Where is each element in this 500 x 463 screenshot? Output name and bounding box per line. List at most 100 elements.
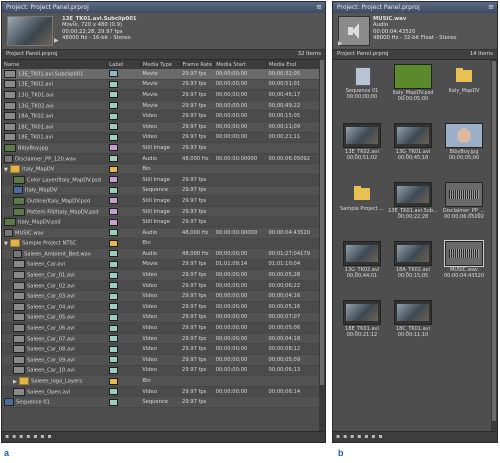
table-row[interactable]: Color Layer/Italy_MapDV.psd Still Image 29… [2,174,325,186]
name-cell[interactable]: 18C_TK01.avi [2,121,107,133]
label-color-swatch[interactable] [108,186,118,194]
table-row[interactable]: Saleen_Car_03.avi Video 29.97 fps 00;00;00;… [2,290,325,303]
label-color-swatch[interactable] [108,324,118,332]
scrollbar-thumb[interactable] [492,61,496,421]
item-thumbnail[interactable] [394,300,432,325]
label-cell[interactable] [106,100,141,112]
table-row[interactable]: 18A_TK02.avi Video 29.97 fps 00;00;00;00 00;… [2,110,325,122]
label-cell[interactable] [106,227,141,239]
item-thumbnail[interactable] [343,123,381,148]
column-header-label[interactable]: Label [106,60,141,69]
name-cell[interactable]: ▼ Sample Project NTSC [2,238,107,250]
label-cell[interactable] [106,153,141,165]
name-cell[interactable]: Saleen_Car_10.avi [2,365,107,377]
table-row[interactable]: Italy_MapDV.psd Still Image 29.97 fps [2,216,325,228]
label-color-swatch[interactable] [108,303,118,311]
label-cell[interactable] [106,121,141,133]
item-thumbnail[interactable] [394,123,432,148]
delete-icon[interactable]: ▪ [47,433,54,440]
label-color-swatch[interactable] [108,176,118,184]
name-cell[interactable]: Saleen_Open.avi [2,386,107,398]
bin-icon[interactable] [344,182,380,205]
table-row[interactable]: Saleen_Car_06.avi Video 29.97 fps 00;00;00;… [2,322,325,334]
label-cell[interactable] [106,142,141,154]
label-cell[interactable] [106,375,141,387]
item-thumbnail[interactable] [445,123,483,148]
name-cell[interactable]: 18E_TK01.avi [2,132,107,144]
label-color-swatch[interactable] [108,197,118,205]
label-color-swatch[interactable] [108,123,118,131]
vertical-scrollbar[interactable] [491,60,497,431]
column-header-frame-rate[interactable]: Frame Rate [180,60,215,69]
table-row[interactable]: Saleen_Ambient_Bed.wav Audio 48,000 Hz 00;0… [2,248,325,260]
label-cell[interactable] [106,290,141,303]
table-row[interactable]: Saleen_Car_09.avi Video 29.97 fps 00;00;00;… [2,354,325,366]
name-cell[interactable]: Saleen_Car_08.avi [2,343,107,356]
table-row[interactable]: 13E_TK02.avi Movie 29.97 fps 00;00;00;00 00;… [2,79,325,91]
table-row[interactable]: Pattern Fill/Italy_MapDV.psd Still Image 2… [2,206,325,218]
table-row[interactable]: Saleen_Car_01.avi Video 29.97 fps 00;00;00;… [2,269,325,281]
table-row[interactable]: Outline/Italy_MapDV.psd Still Image 29.97 … [2,195,325,207]
label-color-swatch[interactable] [108,292,118,300]
label-cell[interactable] [106,386,141,398]
play-icon[interactable]: ▶ [338,40,343,47]
label-color-swatch[interactable] [108,388,118,396]
label-cell[interactable] [106,396,141,408]
label-color-swatch[interactable] [108,208,118,216]
table-row[interactable]: BibyBoy.jpg Still Image 29.97 fps [2,142,325,154]
table-row[interactable]: Saleen_Car_04.avi Video 29.97 fps 00;00;00;… [2,301,325,313]
name-cell[interactable]: Saleen_Car_03.avi [2,290,107,303]
label-cell[interactable] [106,333,141,345]
label-cell[interactable] [106,269,141,281]
label-color-swatch[interactable] [108,70,118,78]
label-cell[interactable] [106,259,141,271]
label-cell[interactable] [106,365,141,377]
name-cell[interactable]: Saleen_Ambient_Bed.wav [2,248,107,260]
table-row[interactable]: 13G_TK02.avi Movie 29.97 fps 00;00;00;00 00;… [2,100,325,112]
icon-view-item[interactable]: Sample Project ... [337,182,387,222]
name-cell[interactable]: Sequence 01 [2,396,107,408]
name-cell[interactable]: Saleen_Car_01.avi [2,269,107,281]
item-thumbnail[interactable] [394,241,432,266]
label-cell[interactable] [106,195,141,207]
label-color-swatch[interactable] [108,335,118,343]
label-cell[interactable] [106,312,141,324]
table-row[interactable]: MUSIC.wav Audio 48,000 Hz 00:00:00:00000 00:… [2,227,325,239]
table-row[interactable]: Saleen_Car.avi Movie 29.97 fps 01;01;09;14 0… [2,259,325,271]
label-cell[interactable] [106,248,141,260]
icon-view-item[interactable]: 18E_TK01.avi 00;00;21;12 [337,300,387,340]
label-color-swatch[interactable] [108,239,118,247]
label-cell[interactable] [106,185,141,197]
table-row[interactable]: Italy_MapDV Sequence 29.97 fps [2,185,325,197]
column-header-name[interactable]: Name [2,60,108,69]
label-cell[interactable] [106,301,141,313]
label-color-swatch[interactable] [108,155,118,163]
table-row[interactable]: ▼ Sample Project NTSC Bin [2,238,325,250]
scrollbar-thumb[interactable] [320,60,324,385]
column-header-media-start[interactable]: Media Start [213,60,267,69]
name-cell[interactable]: Saleen_Car_05.avi [2,312,107,324]
label-cell[interactable] [106,174,141,186]
icon-view-item[interactable]: Sequence 01 00;00;00;00 [337,64,387,104]
delete-icon[interactable]: ▪ [378,433,385,440]
label-cell[interactable] [106,89,141,101]
label-color-swatch[interactable] [108,345,118,353]
label-color-swatch[interactable] [108,144,118,152]
icon-view-item[interactable]: MUSIC.wav 00:00:04:43520 [439,240,489,281]
name-cell[interactable]: Saleen_Car.avi [2,259,107,271]
label-color-swatch[interactable] [108,229,118,237]
item-thumbnail[interactable] [343,241,381,266]
name-cell[interactable]: Saleen_Car_02.avi [2,280,107,292]
table-row[interactable]: Saleen_Car_08.avi Video 29.97 fps 00;00;00;… [2,343,325,356]
table-row[interactable]: Saleen_Car_07.avi Video 29.97 fps 00;00;00;… [2,333,325,345]
label-color-swatch[interactable] [108,91,118,99]
label-cell[interactable] [106,110,141,122]
twirl-down-icon[interactable]: ▼ [4,167,9,173]
table-row[interactable]: 18C_TK01.avi Video 29.97 fps 00;00;00;00 00;… [2,121,325,133]
item-thumbnail[interactable] [394,64,432,89]
table-row[interactable]: Disclaimer_PP_120.wav Audio 48,000 Hz 00:00… [2,153,325,165]
table-row[interactable]: 13G_TK01.avi Movie 29.97 fps 00;00;00;00 00;… [2,89,325,101]
icon-view-item[interactable]: Disclaimer_PP_... 00:00:06:05092 [439,182,489,222]
table-row[interactable]: Sequence 01 Sequence 29.97 fps [2,396,325,408]
name-cell[interactable]: Italy_MapDV [2,185,107,197]
